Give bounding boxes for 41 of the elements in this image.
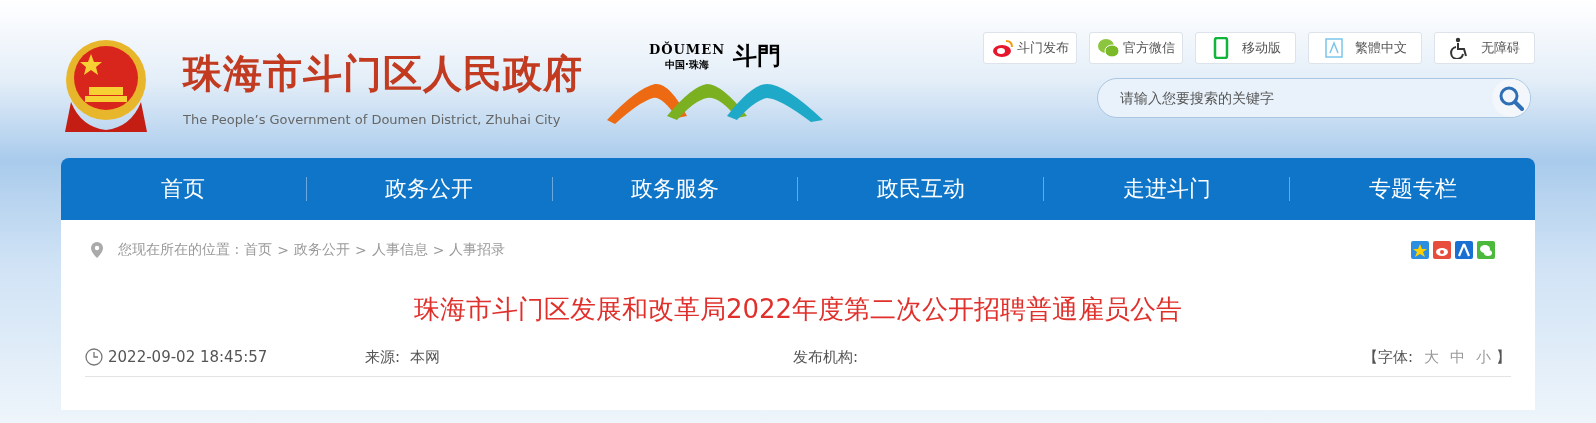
quick-link[interactable]: 无障碍 [1434, 32, 1535, 64]
wechat-share-icon[interactable] [1477, 241, 1495, 259]
breadcrumb-link[interactable]: 人事招录 [449, 241, 506, 259]
font-size-option[interactable]: 大 [1424, 347, 1439, 367]
location-pin-icon [91, 242, 103, 258]
nav-item[interactable]: 走进斗门 [1044, 174, 1290, 204]
site-subtitle: The People’s Government of Doumen District, Zhuhai City [183, 112, 562, 127]
font-size-label: 【字体: [1362, 347, 1413, 367]
site-title: 珠海市斗门区人民政府 [183, 50, 583, 98]
breadcrumb-label: 您现在所在的位置 : [118, 241, 240, 259]
star-share-icon[interactable] [1411, 241, 1429, 259]
quick-link[interactable]: 繁體中文 [1308, 32, 1422, 64]
search-field[interactable]: 请输入您要搜索的关键字 [1097, 78, 1531, 118]
chat-bubbles-icon [1097, 37, 1119, 59]
nav-item[interactable]: 政务服务 [552, 174, 798, 204]
publish-date: 2022-09-02 18:45:57 [108, 348, 268, 366]
font-size-option[interactable]: 中 [1450, 347, 1465, 367]
clock-icon [85, 348, 103, 366]
article-title: 珠海市斗门区发展和改革局2022年度第二次公开招聘普通雇员公告 [412, 293, 1184, 326]
source-value: 本网 [410, 347, 441, 367]
quick-link[interactable]: 移动版 [1195, 32, 1296, 64]
source-label: 来源: [365, 347, 401, 367]
breadcrumb-link[interactable]: 政务公开 [293, 241, 350, 259]
breadcrumb-separator: > [354, 242, 367, 258]
bracket: 】 [1496, 347, 1511, 367]
breadcrumb-link[interactable]: 人事信息 [371, 241, 428, 259]
search-icon [1498, 85, 1524, 111]
breadcrumb-link[interactable]: 首页 [244, 241, 273, 259]
breadcrumb-separator: > [277, 242, 289, 258]
logo-text: 中国·珠海 [665, 57, 709, 71]
font-size-option[interactable]: 小 [1476, 347, 1491, 367]
quick-link[interactable]: 斗门发布 [983, 32, 1077, 64]
nav-item[interactable]: 首页 [61, 174, 306, 204]
breadcrumb-separator: > [432, 242, 445, 258]
quick-link[interactable]: 官方微信 [1089, 32, 1183, 64]
nav-item[interactable]: 专题专栏 [1290, 174, 1535, 204]
logo-text: 斗門 [733, 40, 782, 72]
logo-text: DǑUMEN [648, 41, 726, 58]
nav-item[interactable]: 政民互动 [798, 174, 1044, 204]
publisher-label: 发布机构: [793, 347, 859, 367]
nav-item[interactable]: 政务公开 [306, 174, 552, 204]
